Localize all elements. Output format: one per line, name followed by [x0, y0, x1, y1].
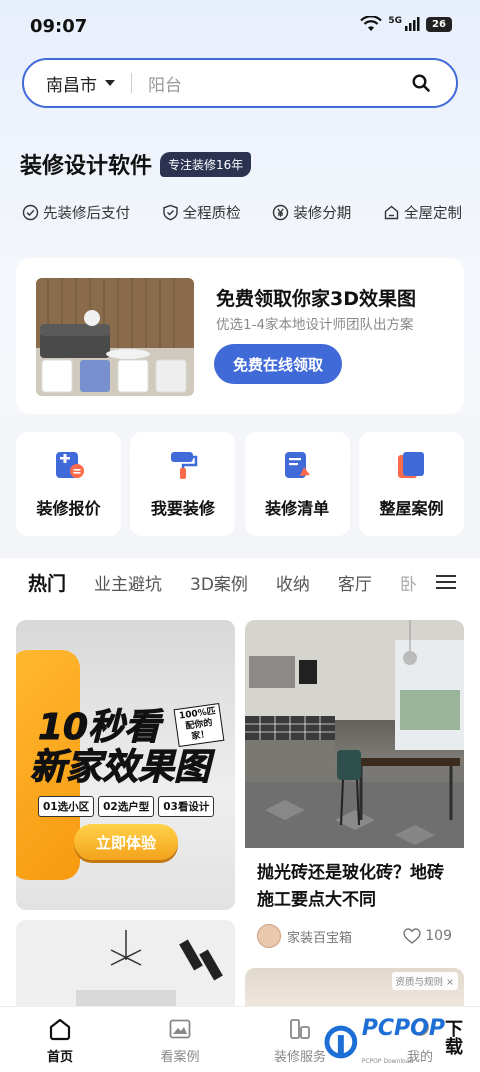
quick-action-label: 装修清单 — [265, 499, 330, 518]
feed-card-next-left[interactable] — [16, 920, 235, 1010]
tab-3d-cases[interactable]: 3D案例 — [190, 570, 248, 595]
article-author: 家装百宝箱 — [287, 930, 353, 946]
check-circle-icon — [22, 204, 39, 221]
nav-label: 看案例 — [160, 1050, 200, 1065]
brand-row: 装修设计软件 专注装修16年 — [20, 148, 252, 180]
ad-match-tag: 100%匹配你的家！ — [173, 702, 225, 748]
search-bar[interactable]: 南昌市 阳台 — [22, 58, 458, 108]
search-input[interactable]: 阳台 — [148, 71, 412, 96]
search-divider — [131, 73, 132, 93]
status-bar: 09:07 5G 26 — [0, 0, 480, 52]
watermark-logo: PCPOP 下载 PCPOP Download — [324, 1018, 480, 1065]
feature-label: 全屋定制 — [403, 206, 462, 222]
ad-step: 02选户型 — [98, 796, 155, 817]
quick-action-cases[interactable]: 整屋案例 — [358, 432, 464, 536]
like-count: 109 — [425, 928, 452, 944]
quick-action-renovate[interactable]: 我要装修 — [130, 432, 236, 536]
battery-icon: 26 — [426, 16, 452, 32]
caret-down-icon — [105, 80, 115, 86]
pcpop-logo-icon — [324, 1025, 358, 1058]
quick-action-label: 装修报价 — [36, 499, 101, 518]
city-selector[interactable]: 南昌市 — [46, 71, 115, 96]
quick-action-quote[interactable]: 装修报价 — [16, 432, 121, 536]
promo-image — [36, 278, 194, 396]
tab-living-room[interactable]: 客厅 — [338, 570, 372, 595]
network-label: 5G — [388, 16, 402, 26]
checklist-icon — [285, 452, 311, 478]
nav-label: 首页 — [46, 1050, 73, 1065]
quick-action-label: 我要装修 — [150, 499, 215, 518]
ad-step: 01选小区 — [38, 796, 95, 817]
battery-level: 26 — [432, 18, 446, 30]
service-icon — [290, 1019, 310, 1039]
status-time: 09:07 — [30, 16, 88, 37]
claim-button[interactable]: 免费在线领取 — [214, 344, 342, 384]
article-meta: 家装百宝箱 109 — [257, 924, 452, 948]
feed: 10秒看 新家效果图 100%匹配你的家！ 01选小区 02选户型 03看设计 … — [0, 606, 480, 1010]
heart-icon — [403, 928, 421, 944]
nav-home[interactable]: 首页 — [0, 1007, 120, 1072]
status-icons: 5G 26 — [360, 16, 452, 32]
category-tabs: 热门 业主避坑 3D案例 收纳 客厅 卧 — [0, 558, 480, 606]
menu-icon[interactable] — [436, 573, 456, 591]
search-icon[interactable] — [412, 74, 430, 92]
wifi-icon — [360, 16, 383, 31]
city-label: 南昌市 — [46, 75, 97, 96]
article-title: 抛光砖还是玻化砖？地砖施工要点大不同 — [257, 863, 444, 910]
promo-subtitle: 优选1-4家本地设计师团队出方案 — [216, 317, 414, 333]
feed-card-next-right[interactable]: 资质与规则 × — [245, 968, 464, 1010]
tab-bedroom[interactable]: 卧 — [400, 570, 417, 595]
signal-icon — [405, 17, 420, 31]
watermark-text: 下载 — [444, 1019, 463, 1058]
quick-action-checklist[interactable]: 装修清单 — [244, 432, 350, 536]
try-now-button[interactable]: 立即体验 — [74, 824, 178, 860]
yen-circle-icon — [273, 204, 289, 221]
like-button[interactable]: 109 — [403, 928, 452, 944]
nav-cases[interactable]: 看案例 — [120, 1007, 240, 1072]
calculator-icon — [55, 452, 84, 478]
feature-item: 装修分期 — [272, 202, 351, 223]
ceiling-illustration — [16, 920, 235, 1010]
tab-hot[interactable]: 热门 — [28, 569, 66, 596]
watermark-brand: PCPOP — [361, 1016, 445, 1041]
quick-action-label: 整屋案例 — [379, 499, 444, 518]
brand-badge: 专注装修16年 — [160, 151, 252, 177]
house-icon — [384, 205, 399, 220]
kitchen-illustration — [245, 620, 464, 848]
feature-list: 先装修后支付 全程质检 装修分期 全屋定制 — [22, 202, 462, 223]
feature-label: 全程质检 — [182, 206, 241, 222]
home-icon — [49, 1018, 71, 1041]
shield-check-icon — [162, 204, 178, 221]
image-icon — [169, 1019, 191, 1039]
feature-item: 先装修后支付 — [22, 202, 130, 223]
brand-title: 装修设计软件 — [20, 154, 153, 179]
feature-item: 全屋定制 — [383, 202, 462, 223]
qualification-label: 资质与规则 — [395, 977, 444, 988]
tab-pitfalls[interactable]: 业主避坑 — [94, 570, 162, 595]
feature-item: 全程质检 — [162, 202, 241, 223]
living-room-illustration — [36, 278, 194, 396]
paint-roller-icon — [170, 452, 198, 479]
nav-label: 装修服务 — [273, 1050, 326, 1065]
book-icon — [398, 452, 425, 478]
article-card[interactable]: 抛光砖还是玻化砖？地砖施工要点大不同 家装百宝箱 109 — [245, 620, 464, 960]
ad-step: 03看设计 — [158, 796, 215, 817]
watermark-sub: PCPOP Download — [361, 1058, 414, 1065]
tab-storage[interactable]: 收纳 — [276, 570, 310, 595]
ad-steps: 01选小区 02选户型 03看设计 — [38, 796, 215, 817]
promo-card[interactable]: 免费领取你家3D效果图 优选1-4家本地设计师团队出方案 免费在线领取 — [16, 258, 464, 414]
avatar — [257, 924, 281, 948]
promo-title: 免费领取你家3D效果图 — [216, 288, 416, 310]
feature-label: 先装修后支付 — [43, 206, 130, 222]
feature-label: 装修分期 — [293, 206, 352, 222]
quick-actions: 装修报价 我要装修 装修清单 整屋案例 — [16, 432, 464, 536]
ad-card[interactable]: 10秒看 新家效果图 100%匹配你的家！ 01选小区 02选户型 03看设计 … — [16, 620, 235, 910]
qualification-tag[interactable]: 资质与规则 × — [391, 972, 458, 990]
article-image — [245, 620, 464, 848]
